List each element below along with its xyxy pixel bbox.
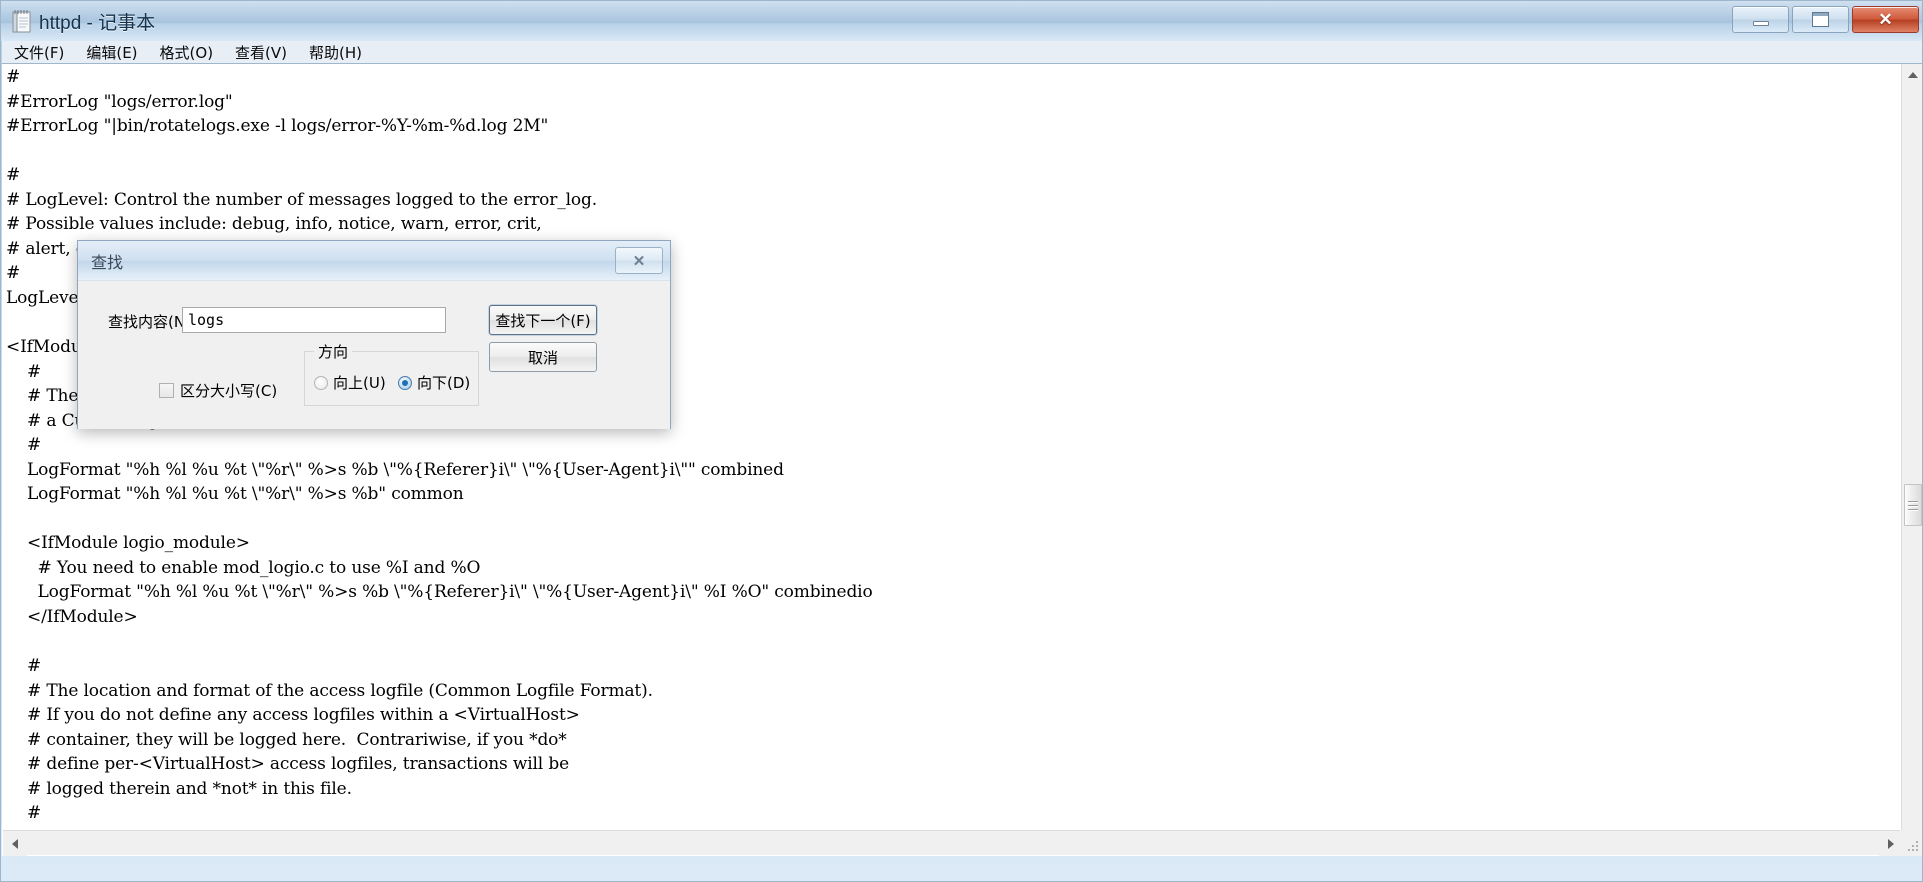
- menu-view[interactable]: 查看(V): [231, 41, 291, 64]
- direction-up-label: 向上(U): [333, 374, 386, 392]
- maximize-icon: [1812, 12, 1829, 27]
- match-case-checkbox[interactable]: 区分大小写(C): [159, 380, 277, 401]
- direction-groupbox-label: 方向: [314, 341, 353, 362]
- resize-grip[interactable]: [1900, 830, 1922, 855]
- chevron-right-icon: [1888, 838, 1894, 849]
- editor-line: # You need to enable mod_logio.c to use …: [6, 557, 481, 578]
- editor-line: # logged therein and *not* in this file.: [6, 778, 352, 799]
- window-title: httpd - 记事本: [39, 12, 156, 34]
- scroll-left-button[interactable]: [3, 831, 27, 856]
- scroll-up-button[interactable]: [1902, 64, 1922, 86]
- find-dialog-title: 查找: [91, 252, 124, 272]
- find-dialog-close-button[interactable]: ✕: [615, 247, 663, 274]
- editor-line: # The location and format of the access …: [6, 680, 653, 701]
- direction-up-radio[interactable]: 向上(U): [314, 372, 386, 393]
- editor-line: LogFormat "%h %l %u %t \"%r\" %>s %b \"%…: [6, 582, 873, 603]
- editor-content: # #ErrorLog "logs/error.log" #ErrorLog "|b…: [6, 65, 873, 851]
- menu-help[interactable]: 帮助(H): [305, 41, 366, 64]
- find-dialog: 查找 ✕ 查找内容(N)： 查找下一个(F) 取消 方向 向上(U) 向下(D): [77, 240, 671, 429]
- editor-line: # LogLevel: Control the number of messag…: [6, 189, 597, 210]
- editor-area: # #ErrorLog "logs/error.log" #ErrorLog "|b…: [2, 63, 1922, 856]
- menu-format[interactable]: 格式(O): [156, 41, 218, 64]
- editor-line: # If you do not define any access logfil…: [6, 705, 580, 726]
- checkbox-icon: [159, 383, 174, 398]
- radio-unselected-icon: [314, 375, 328, 390]
- menubar: 文件(F) 编辑(E) 格式(O) 查看(V) 帮助(H): [2, 41, 1922, 64]
- editor-line: #ErrorLog "|bin/rotatelogs.exe -l logs/e…: [6, 116, 549, 137]
- editor-line: </IfModule>: [6, 607, 138, 628]
- direction-down-label: 向下(D): [417, 374, 471, 392]
- vertical-scrollbar[interactable]: [1901, 64, 1922, 856]
- editor-line: # Possible values include: debug, info, …: [6, 214, 542, 235]
- editor-line: # define per-<VirtualHost> access logfil…: [6, 754, 569, 775]
- editor-line: #: [6, 67, 21, 87]
- horizontal-scrollbar[interactable]: [3, 830, 1903, 856]
- editor-line: LogFormat "%h %l %u %t \"%r\" %>s %b" co…: [6, 484, 464, 505]
- maximize-button[interactable]: [1792, 6, 1849, 33]
- editor-line: #: [6, 803, 42, 824]
- notepad-icon: [11, 9, 33, 33]
- text-editor[interactable]: # #ErrorLog "logs/error.log" #ErrorLog "|b…: [2, 64, 1901, 856]
- find-what-input[interactable]: [182, 307, 446, 333]
- chevron-up-icon: [1908, 72, 1918, 78]
- chevron-left-icon: [12, 838, 18, 849]
- menu-edit[interactable]: 编辑(E): [82, 41, 141, 64]
- window-controls: ✕: [1732, 6, 1919, 33]
- editor-line: #: [6, 165, 21, 186]
- find-dialog-body: 查找内容(N)： 查找下一个(F) 取消 方向 向上(U) 向下(D) 区分大小…: [78, 281, 670, 429]
- radio-selected-icon: [398, 375, 412, 390]
- editor-line: # container, they will be logged here. C…: [6, 729, 567, 750]
- editor-line: #ErrorLog "logs/error.log": [6, 91, 233, 112]
- menu-file[interactable]: 文件(F): [10, 41, 68, 64]
- minimize-icon: [1752, 21, 1769, 26]
- close-icon: ✕: [1878, 10, 1893, 29]
- direction-down-radio[interactable]: 向下(D): [398, 372, 470, 393]
- vertical-scrollbar-thumb[interactable]: [1904, 484, 1922, 526]
- close-icon: ✕: [632, 252, 646, 270]
- find-dialog-titlebar[interactable]: 查找 ✕: [78, 241, 670, 281]
- cancel-button[interactable]: 取消: [489, 342, 597, 372]
- window-titlebar[interactable]: httpd - 记事本 ✕: [1, 1, 1922, 41]
- minimize-button[interactable]: [1732, 6, 1789, 33]
- editor-line: LogFormat "%h %l %u %t \"%r\" %>s %b \"%…: [6, 459, 784, 480]
- editor-line: <IfModule logio_module>: [6, 533, 250, 554]
- find-next-button[interactable]: 查找下一个(F): [489, 305, 597, 335]
- notepad-window: httpd - 记事本 ✕ 文件(F) 编辑(E) 格式(O) 查看(V) 帮助…: [0, 0, 1923, 882]
- editor-line: #: [6, 656, 42, 677]
- close-button[interactable]: ✕: [1852, 6, 1919, 33]
- editor-line: #: [6, 435, 42, 456]
- match-case-label: 区分大小写(C): [180, 382, 278, 400]
